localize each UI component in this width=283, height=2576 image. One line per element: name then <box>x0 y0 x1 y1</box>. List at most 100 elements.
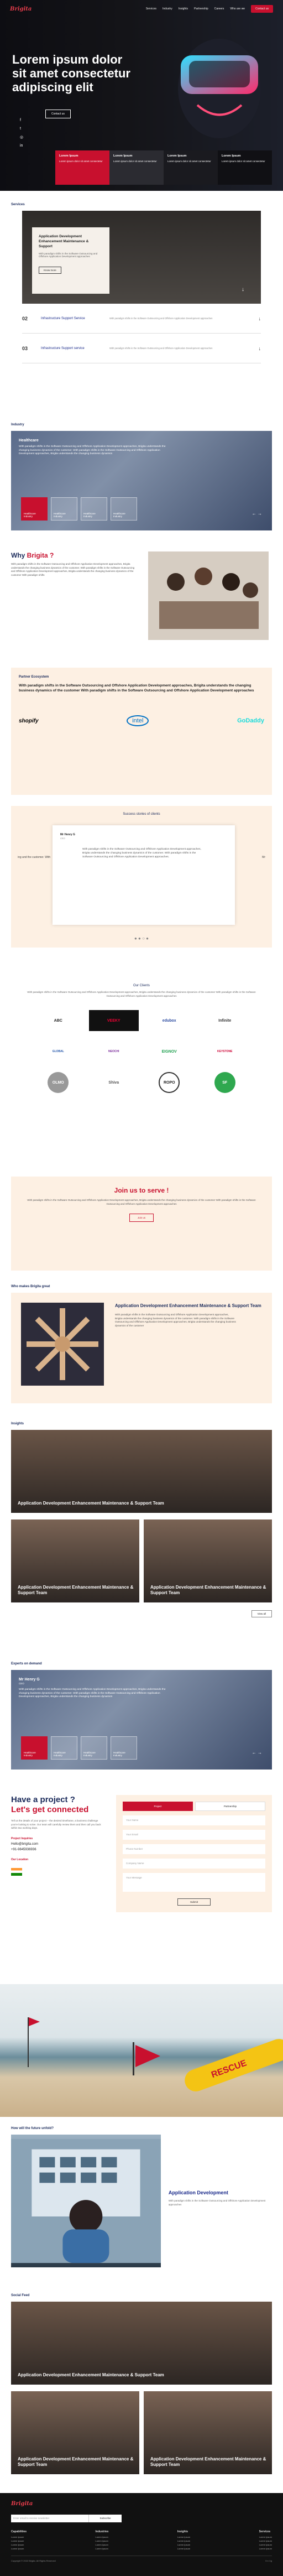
phone-field[interactable]: Phone Number <box>123 1844 265 1854</box>
submit-button[interactable]: Submit <box>177 1898 211 1906</box>
facebook-icon[interactable]: f <box>20 118 23 122</box>
footer-link[interactable]: Lorem Ipsum <box>11 2536 27 2538</box>
footer-link[interactable]: Lorem Ipsum <box>177 2543 190 2546</box>
footer-link[interactable]: Lorem Ipsum <box>259 2539 272 2542</box>
insight-card[interactable]: Application Development Enhancement Main… <box>144 1519 272 1602</box>
hero-section: Brigita Services Industry Insights Partn… <box>0 0 283 191</box>
expert-card[interactable]: Healthcare Industry <box>81 1736 107 1760</box>
why-text: With paradigm shifts in the Software Out… <box>11 563 135 576</box>
footer-link[interactable]: Lorem Ipsum <box>11 2543 27 2546</box>
footer-link[interactable]: Lorem Ipsum <box>96 2547 109 2550</box>
footer-social-icons[interactable]: f in t ig <box>265 2559 272 2562</box>
footer-link[interactable]: Lorem Ipsum <box>177 2547 190 2550</box>
footer-link[interactable]: Lorem Ipsum <box>96 2536 109 2538</box>
brand-logo[interactable]: Brigita <box>10 6 32 12</box>
arrow-right-icon[interactable]: → <box>258 1750 262 1755</box>
view-all-button[interactable]: View all <box>251 1610 272 1617</box>
industry-card[interactable]: Healthcare Industry <box>21 497 48 521</box>
client-logo: Infinite <box>218 1018 232 1023</box>
carousel-dots[interactable]: ● ● ○ ● <box>11 936 272 941</box>
footer-link[interactable]: Lorem Ipsum <box>259 2547 272 2550</box>
arrow-right-icon[interactable]: → <box>258 511 262 516</box>
service-row[interactable]: 03 Infrastructure Support service With p… <box>22 334 261 363</box>
expert-role: CEO <box>19 1682 24 1685</box>
expert-card[interactable]: Healthcare Industry <box>21 1736 48 1760</box>
footer-link[interactable]: Lorem Ipsum <box>11 2539 27 2542</box>
footer-logo[interactable]: Brigita <box>11 2501 33 2507</box>
nav-item-insights[interactable]: Insights <box>179 7 188 11</box>
contact-us-button[interactable]: Contact us <box>251 5 273 13</box>
footer-link[interactable]: Lorem Ipsum <box>96 2539 109 2542</box>
newsletter-form: Enter email to receive newsletter Subscr… <box>11 2515 272 2522</box>
feed-card[interactable]: Application Development Enhancement Main… <box>144 2391 272 2474</box>
section-tag: Insights <box>11 1422 24 1425</box>
hero-contact-button[interactable]: Contact us <box>45 110 71 118</box>
join-us-button[interactable]: Join us <box>129 1214 154 1222</box>
experts-section: Experts on demand Mr Henry G CEO With pa… <box>0 1652 283 1785</box>
testimonial-card: Mr Henry G CEO With paradigm shifts in t… <box>53 825 235 925</box>
hero-card[interactable]: Lorem Ipsum Lorem ipsum dolor sit amet co… <box>164 150 218 185</box>
hero-card[interactable]: Lorem Ipsum Lorem ipsum dolor sit amet co… <box>218 150 272 185</box>
industry-card[interactable]: Healthcare Industry <box>111 497 137 521</box>
footer-link[interactable]: Lorem Ipsum <box>11 2547 27 2550</box>
know-more-button[interactable]: Know more <box>39 267 61 274</box>
contact-phone[interactable]: +91-9845936936 <box>11 1848 105 1851</box>
footer-link[interactable]: Lorem Ipsum <box>177 2539 190 2542</box>
expert-cards: Healthcare Industry Healthcare Industry … <box>21 1736 137 1760</box>
inquiries-label: Project Inquiries <box>11 1836 33 1840</box>
project-title: Have a project ? Let's get connected <box>11 1795 89 1814</box>
feed-card[interactable]: Application Development Enhancement Main… <box>11 2302 272 2385</box>
client-logo: OLMO <box>48 1072 69 1093</box>
expert-card[interactable]: Healthcare Industry <box>51 1736 77 1760</box>
company-field[interactable]: Company Name <box>123 1859 265 1869</box>
industry-card[interactable]: Healthcare Industry <box>51 497 77 521</box>
message-field[interactable]: Your Message <box>123 1873 265 1892</box>
industry-card[interactable]: Healthcare Industry <box>81 497 107 521</box>
arrow-down-icon[interactable]: ↓ <box>259 346 261 351</box>
nav-item-services[interactable]: Services <box>146 7 156 11</box>
footer-link[interactable]: Lorem Ipsum <box>259 2543 272 2546</box>
nav-item-industry[interactable]: Industry <box>163 7 172 11</box>
partner-text: With paradigm shifts in the Software Out… <box>19 684 254 693</box>
instagram-icon[interactable]: ◎ <box>20 135 23 139</box>
arrow-left-icon[interactable]: ← <box>252 1750 256 1755</box>
client-logo: VEEKY <box>88 1010 139 1031</box>
feed-card[interactable]: Application Development Enhancement Main… <box>11 2391 139 2474</box>
industry-cards: Healthcare Industry Healthcare Industry … <box>21 497 137 521</box>
insight-card[interactable]: Application Development Enhancement Main… <box>11 1519 139 1602</box>
nav-item-careers[interactable]: Careers <box>214 7 224 11</box>
hero-social-links: f t ◎ in <box>20 118 23 148</box>
expert-card[interactable]: Healthcare Industry <box>111 1736 137 1760</box>
hero-card[interactable]: Lorem Ipsum Lorem ipsum dolor sit amet co… <box>109 150 164 185</box>
insight-card[interactable]: Application Development Enhancement Main… <box>11 1430 272 1513</box>
join-title: Join us to serve ! <box>114 1186 169 1194</box>
section-tag: Experts on demand <box>11 1662 42 1666</box>
expert-text: With paradigm shifts in the Software Out… <box>19 1688 166 1698</box>
footer-link[interactable]: Lorem Ipsum <box>177 2536 190 2538</box>
arrow-down-icon[interactable]: ↓ <box>259 316 261 321</box>
tab-project[interactable]: Project <box>123 1802 193 1811</box>
email-field[interactable]: Your Email <box>123 1830 265 1840</box>
feed-title: Application Development Enhancement Main… <box>18 2372 164 2377</box>
client-logos: ABC VEEKY edubox Infinite GLOBAL NEOCHI … <box>33 1010 250 1093</box>
name-field[interactable]: Your Name <box>123 1815 265 1825</box>
nav-item-who[interactable]: Who are we <box>230 7 245 11</box>
service-name: Infrastructure Support Service <box>41 316 85 320</box>
tab-partnership[interactable]: Partnership <box>195 1802 265 1811</box>
hero-card[interactable]: Lorem Ipsum Lorem ipsum dolor sit amet co… <box>55 150 109 185</box>
section-tag: Social Feed <box>11 2294 30 2297</box>
subscribe-button[interactable]: Subscribe <box>88 2515 122 2522</box>
nav-item-partnership[interactable]: Partnership <box>194 7 208 11</box>
location-label: Our Location <box>11 1857 29 1861</box>
footer-link[interactable]: Lorem Ipsum <box>96 2543 109 2546</box>
linkedin-icon[interactable]: in <box>20 144 23 148</box>
arrow-down-icon[interactable]: ↓ <box>242 287 244 293</box>
social-feed-section: Social Feed Application Development Enha… <box>0 2283 283 2493</box>
twitter-icon[interactable]: t <box>20 127 23 131</box>
arrow-left-icon[interactable]: ← <box>252 511 256 516</box>
contact-email[interactable]: Hello@brigita.com <box>11 1843 105 1846</box>
service-row[interactable]: 02 Infrastructure Support Service With p… <box>22 304 261 334</box>
newsletter-input[interactable]: Enter email to receive newsletter <box>11 2515 88 2522</box>
copyright-text: Copyright © 2022 Brigita. All Rights Res… <box>11 2559 56 2562</box>
footer-link[interactable]: Lorem Ipsum <box>259 2536 272 2538</box>
